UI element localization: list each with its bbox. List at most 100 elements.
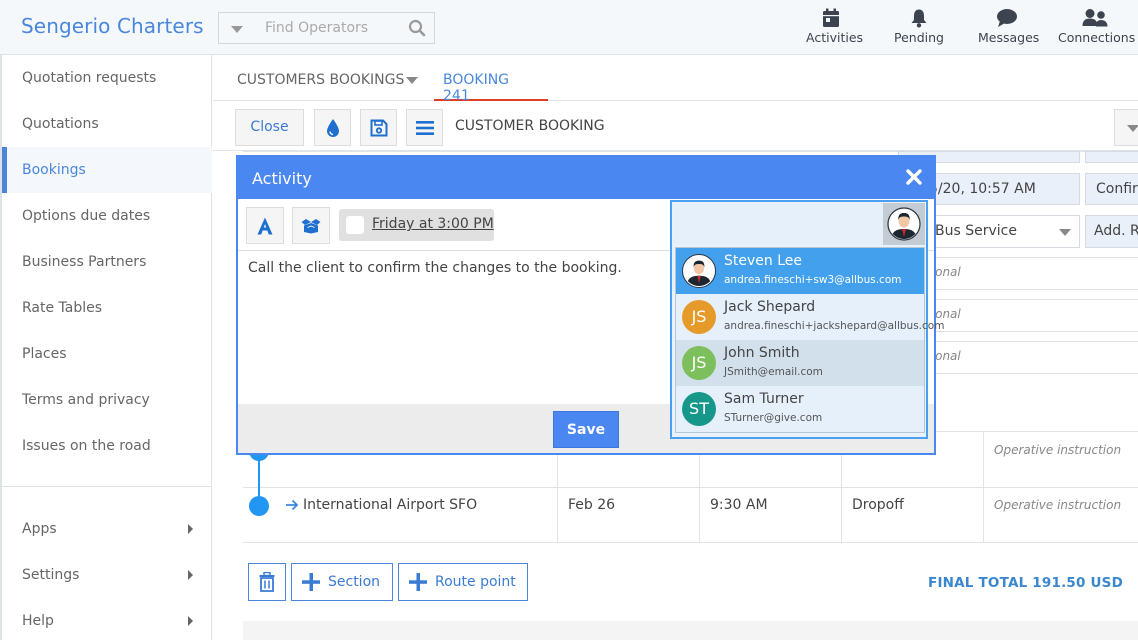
menu-button[interactable] — [406, 109, 443, 146]
form-divider — [930, 289, 1138, 290]
sidebar-item-quotations[interactable]: Quotations — [2, 101, 212, 147]
search-operators[interactable]: Find Operators — [218, 12, 435, 44]
add-rate-button[interactable]: Add. Re — [1085, 215, 1138, 248]
form-divider — [930, 373, 1138, 374]
timeline-dot — [249, 496, 269, 516]
assignee-name: Sam Turner — [724, 391, 804, 407]
add-section-button[interactable]: Section — [291, 563, 393, 601]
sidebar-item-issues-on-the-road[interactable]: Issues on the road — [2, 423, 212, 469]
nav-connections[interactable]: Connections — [1058, 8, 1136, 45]
route-time: 9:30 AM — [710, 497, 768, 513]
search-input[interactable]: Find Operators — [265, 20, 368, 36]
bell-icon — [911, 9, 927, 28]
avatar: JS — [682, 300, 716, 334]
nav-activities[interactable]: Activities — [806, 8, 863, 45]
page-title: CUSTOMER BOOKING — [455, 118, 605, 134]
tab-customers-bookings[interactable]: CUSTOMERS BOOKINGS — [237, 72, 404, 88]
due-date-toggle[interactable]: Friday at 3:00 PM — [339, 209, 494, 241]
more-dropdown-button[interactable] — [1114, 109, 1138, 146]
nav-messages[interactable]: Messages — [978, 8, 1039, 45]
nav-activities-label: Activities — [806, 30, 864, 45]
sidebar-item-terms-and-privacy[interactable]: Terms and privacy — [2, 377, 212, 423]
assignee-option-sam-turner[interactable]: ST Sam Turner STurner@give.com — [676, 386, 924, 432]
sidebar-item-business-partners[interactable]: Business Partners — [2, 239, 212, 285]
delete-button[interactable] — [248, 563, 286, 601]
nav-pending[interactable]: Pending — [893, 8, 945, 45]
dialog-title: Activity — [252, 169, 312, 188]
text-format-button[interactable] — [246, 207, 284, 244]
trash-icon — [259, 572, 275, 592]
save-activity-button[interactable]: Save — [553, 411, 619, 448]
close-icon[interactable] — [906, 169, 922, 185]
add-route-point-label: Route point — [435, 574, 516, 590]
chevron-down-icon — [1127, 125, 1138, 132]
route-place: International Airport SFO — [303, 497, 478, 513]
sidebar-item-settings[interactable]: Settings — [2, 552, 212, 598]
assignee-option-john-smith[interactable]: JS John Smith JSmith@email.com — [676, 340, 924, 386]
assignee-email: STurner@give.com — [724, 412, 823, 424]
avatar — [682, 254, 716, 288]
cell-divider — [983, 431, 984, 487]
status-value: Confirmed — [1096, 181, 1138, 197]
chat-icon — [997, 9, 1017, 27]
form-field-top-right[interactable] — [1085, 151, 1138, 163]
sidebar-item-quotation-requests[interactable]: Quotation requests — [2, 55, 212, 101]
add-route-point-button[interactable]: Route point — [398, 563, 528, 601]
form-divider — [930, 341, 1138, 342]
assignee-picker: Steven Lee andrea.fineschi+sw3@allbus.co… — [670, 200, 944, 439]
status-field[interactable]: Confirmed — [1085, 173, 1138, 205]
assignee-option-jack-shepard[interactable]: JS Jack Shepard andrea.fineschi+jackshep… — [676, 294, 944, 340]
close-button[interactable]: Close — [235, 109, 304, 146]
avatar: JS — [682, 346, 716, 380]
operative-instruction[interactable]: Operative instruction — [994, 443, 1121, 457]
sidebar-item-bookings[interactable]: Bookings — [2, 147, 212, 193]
plus-icon — [302, 573, 320, 591]
form-divider — [930, 331, 1138, 332]
floppy-disk-icon — [370, 119, 387, 136]
assignee-email: JSmith@email.com — [724, 366, 823, 378]
cell-divider — [983, 488, 984, 542]
chevron-right-icon — [188, 524, 193, 534]
sidebar-divider — [2, 486, 212, 487]
sidebar-item-help[interactable]: Help — [2, 598, 212, 640]
assignee-name: John Smith — [724, 345, 800, 361]
plus-icon — [409, 573, 427, 591]
tab-booking-241[interactable]: BOOKING 241 — [434, 55, 548, 104]
sidebar-item-help-label: Help — [22, 613, 54, 629]
sidebar-item-apps-label: Apps — [22, 521, 57, 537]
chevron-right-icon — [188, 616, 193, 626]
route-type: Dropoff — [852, 497, 904, 513]
sidebar-item-rate-tables[interactable]: Rate Tables — [2, 285, 212, 331]
route-row[interactable]: International Airport SFO Feb 26 9:30 AM… — [243, 488, 1138, 543]
chevron-right-icon — [188, 570, 193, 580]
nav-connections-label: Connections — [1058, 30, 1136, 45]
due-date-checkbox[interactable] — [346, 216, 364, 234]
final-total: FINAL TOTAL 191.50 USD — [928, 575, 1123, 591]
search-dropdown-caret-icon[interactable] — [231, 26, 243, 33]
assignee-name: Steven Lee — [724, 253, 802, 269]
assignee-option-steven-lee[interactable]: Steven Lee andrea.fineschi+sw3@allbus.co… — [676, 248, 924, 294]
chevron-down-icon[interactable] — [406, 77, 418, 84]
toolbar: Close CUSTOMER BOOKING — [213, 101, 1138, 151]
sidebar-item-apps[interactable]: Apps — [2, 506, 212, 552]
category-button[interactable] — [292, 207, 330, 244]
operative-instruction[interactable]: Operative instruction — [994, 498, 1121, 512]
datetime-value: 5/20, 10:57 AM — [929, 181, 1036, 197]
droplet-icon — [326, 118, 339, 137]
dialog-header: Activity — [238, 157, 934, 199]
activity-text[interactable]: Call the client to confirm the changes t… — [248, 260, 622, 276]
chevron-down-icon — [1059, 229, 1071, 236]
save-button[interactable] — [360, 109, 397, 146]
assignee-email: andrea.fineschi+sw3@allbus.com — [724, 274, 902, 286]
brand-logo[interactable]: Sengerio Charters — [21, 14, 204, 38]
sidebar-item-options-due-dates[interactable]: Options due dates — [2, 193, 212, 239]
color-button[interactable] — [314, 109, 351, 146]
font-letter-a-icon — [257, 217, 273, 234]
assignee-email: andrea.fineschi+jackshepard@allbus.com — [724, 320, 945, 332]
route-date: Feb 26 — [568, 497, 616, 513]
current-assignee-button[interactable] — [883, 203, 925, 245]
due-date-label[interactable]: Friday at 3:00 PM — [372, 216, 494, 232]
avatar: ST — [682, 392, 716, 426]
sidebar-item-places[interactable]: Places — [2, 331, 212, 377]
search-icon[interactable] — [408, 19, 426, 37]
